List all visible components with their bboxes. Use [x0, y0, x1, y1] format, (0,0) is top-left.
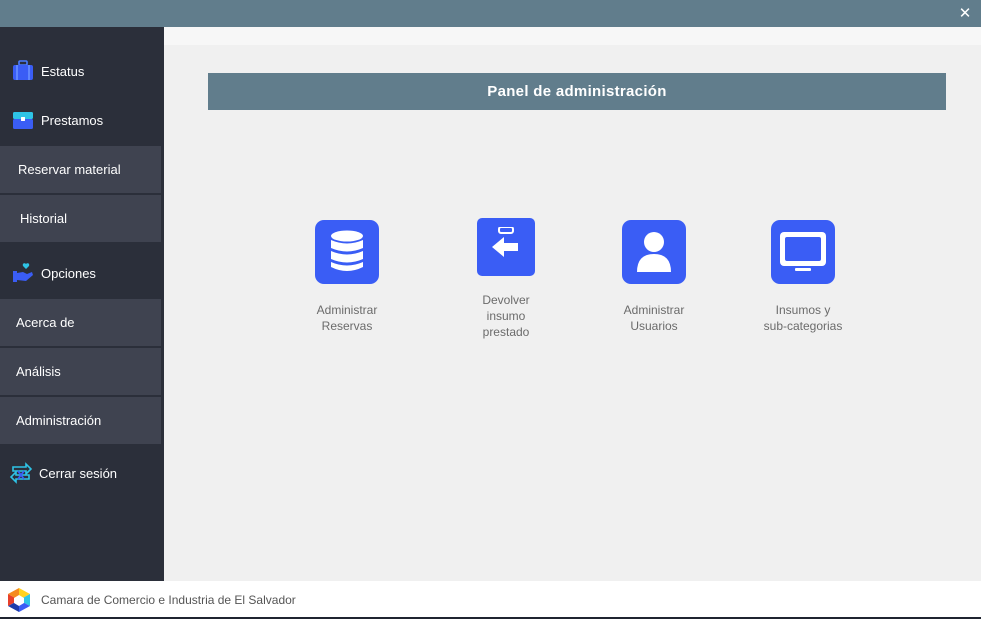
- sidebar-item-label: Cerrar sesión: [39, 465, 118, 481]
- sidebar-item-label: Administración: [16, 413, 102, 428]
- clipboard-return-icon: [477, 218, 535, 276]
- database-icon: [315, 220, 379, 284]
- insumos-subcategorias-button[interactable]: Insumos y sub-categorias: [733, 220, 873, 334]
- main-content: Panel de administración Administrar Rese…: [164, 27, 981, 581]
- administrar-usuarios-button[interactable]: Administrar Usuarios: [584, 220, 724, 334]
- sidebar-item-administracion[interactable]: Administración: [0, 397, 161, 444]
- devolver-insumo-button[interactable]: Devolver insumo prestado: [436, 218, 576, 340]
- tile-label: Insumos y sub-categorias: [763, 303, 843, 333]
- sidebar-item-prestamos[interactable]: Prestamos: [0, 97, 164, 143]
- user-icon: [622, 220, 686, 284]
- sidebar-item-label: Opciones: [41, 265, 96, 281]
- window-titlebar: ✕: [0, 0, 981, 27]
- sidebar-item-opciones[interactable]: Opciones: [0, 250, 164, 296]
- page-title: Panel de administración: [208, 73, 946, 110]
- sidebar-item-label: Historial: [20, 211, 67, 226]
- sidebar-item-reservar-material[interactable]: Reservar material: [0, 146, 161, 193]
- sidebar: Estatus Prestamos Reservar material Hist…: [0, 27, 164, 581]
- sidebar-item-label: Acerca de: [16, 315, 75, 330]
- company-name: Camara de Comercio e Industria de El Sal…: [41, 593, 296, 607]
- tile-label: Administrar Usuarios: [623, 303, 685, 333]
- tile-label: Devolver insumo prestado: [482, 293, 530, 339]
- footer-bar: Camara de Comercio e Industria de El Sal…: [0, 581, 981, 617]
- briefcase-icon: [11, 59, 35, 83]
- sidebar-item-estatus[interactable]: Estatus: [0, 48, 164, 94]
- main-top-strip: [164, 27, 981, 45]
- company-logo: [6, 587, 32, 613]
- toolbox-icon: [11, 108, 35, 132]
- sidebar-item-analisis[interactable]: Análisis: [0, 348, 161, 395]
- administrar-reservas-button[interactable]: Administrar Reservas: [277, 220, 417, 334]
- sidebar-item-historial[interactable]: Historial: [0, 195, 161, 242]
- monitor-icon: [771, 220, 835, 284]
- hand-heart-icon: [11, 261, 35, 285]
- sidebar-item-acerca-de[interactable]: Acerca de: [0, 299, 161, 346]
- sidebar-item-label: Prestamos: [41, 112, 104, 128]
- sidebar-item-label: Análisis: [16, 364, 61, 379]
- tile-label: Administrar Reservas: [316, 303, 378, 333]
- sidebar-item-cerrar-sesion[interactable]: Cerrar sesión: [0, 450, 164, 496]
- logout-icon: [9, 461, 33, 485]
- sidebar-item-label: Reservar material: [18, 162, 121, 177]
- close-icon[interactable]: ✕: [957, 5, 973, 21]
- sidebar-item-label: Estatus: [41, 63, 85, 79]
